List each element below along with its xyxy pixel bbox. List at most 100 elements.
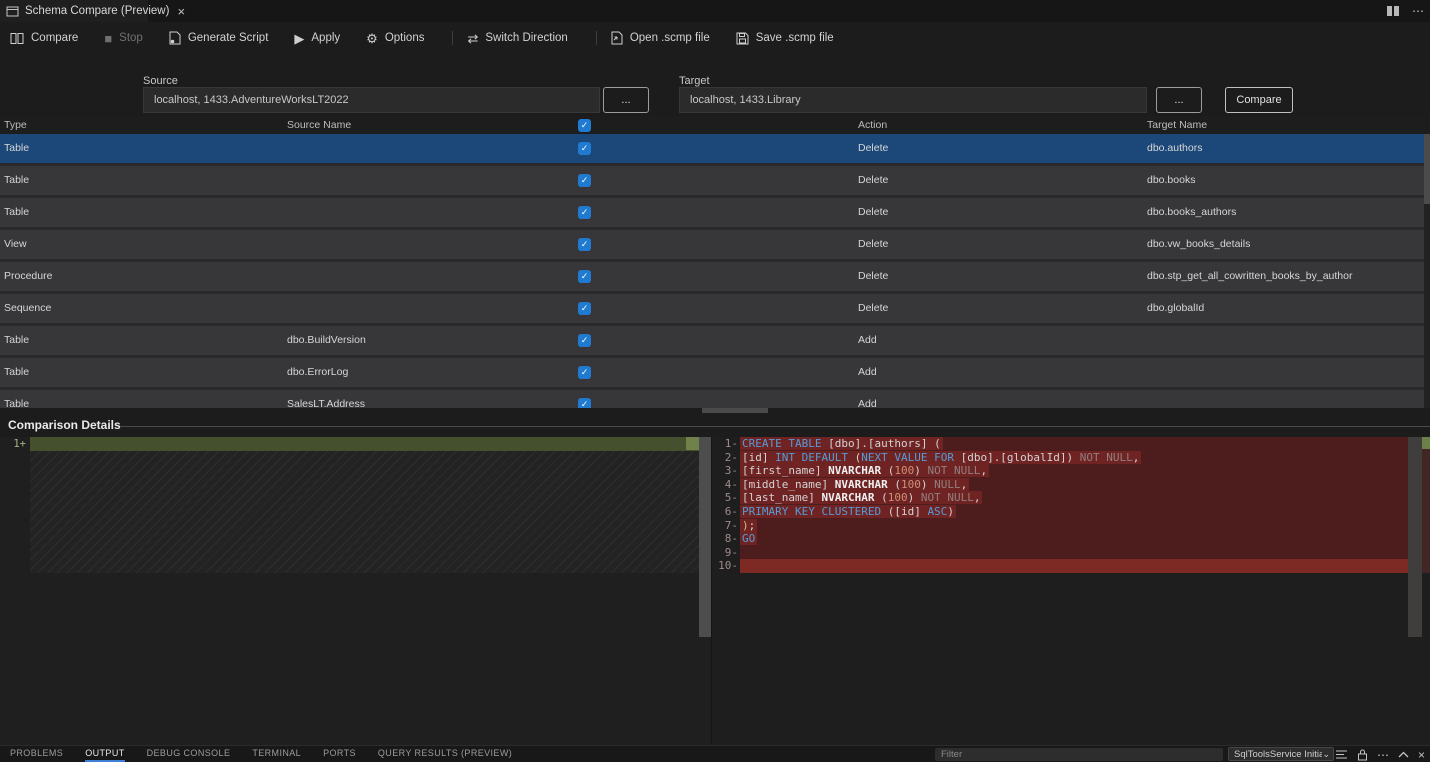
output-channel-dropdown[interactable]: SqlToolsService Initializ ⌄: [1228, 747, 1334, 761]
panel-tab-output[interactable]: OUTPUT: [85, 746, 124, 762]
row-include-checkbox[interactable]: ✓: [578, 366, 591, 379]
maximize-panel-icon[interactable]: [1398, 751, 1409, 758]
tab-close-icon[interactable]: ×: [177, 5, 185, 18]
cell-type: Table: [4, 326, 29, 354]
diff-line-number: 6-: [712, 505, 740, 519]
diff-removed-line: 7-);: [712, 519, 1430, 533]
diff-left-pane[interactable]: 1+: [0, 437, 711, 745]
open-scmp-button[interactable]: Open .scmp file: [611, 31, 710, 45]
cell-source-name: dbo.BuildVersion: [287, 326, 366, 354]
table-row[interactable]: Table✓Deletedbo.books_authors: [0, 198, 1430, 230]
row-include-checkbox[interactable]: ✓: [578, 398, 591, 408]
row-include-checkbox[interactable]: ✓: [578, 206, 591, 219]
source-input[interactable]: [143, 87, 600, 113]
diff-line-number: 5-: [712, 491, 740, 505]
panel-tab-debug-console[interactable]: DEBUG CONSOLE: [147, 746, 231, 762]
lock-scroll-icon[interactable]: [1357, 749, 1368, 761]
diff-line-number: 7-: [712, 519, 740, 533]
cell-target-name: dbo.globalId: [1147, 294, 1204, 322]
panel-tab-terminal[interactable]: TERMINAL: [252, 746, 301, 762]
diff-line-number: 9-: [712, 546, 740, 560]
diff-left-scrollbar[interactable]: [699, 437, 711, 637]
open-file-icon: [611, 31, 623, 45]
table-row[interactable]: Table✓Deletedbo.books: [0, 166, 1430, 198]
source-label: Source: [143, 75, 178, 87]
header-source-name[interactable]: Source Name: [287, 116, 351, 134]
overview-removed-marker: [1422, 449, 1430, 573]
editor-more-actions-icon[interactable]: ⋯: [1412, 5, 1424, 17]
diff-line-content: PRIMARY KEY CLUSTERED ([id] ASC): [740, 505, 1408, 519]
stop-button[interactable]: ■ Stop: [104, 32, 143, 45]
select-all-checkbox[interactable]: ✓: [578, 119, 591, 132]
cell-type: Table: [4, 198, 29, 226]
compare-icon: [10, 32, 24, 45]
diff-overview-ruler: [1422, 437, 1430, 745]
table-row[interactable]: Tabledbo.ErrorLog✓Add: [0, 358, 1430, 390]
options-button[interactable]: ⚙ Options: [366, 32, 424, 45]
compare-toolbar-button[interactable]: Compare: [10, 32, 78, 45]
panel-tabs: PROBLEMS OUTPUT DEBUG CONSOLE TERMINAL PORTS…: [10, 746, 512, 762]
apply-icon: ▶: [294, 32, 304, 45]
cell-action: Delete: [858, 198, 888, 226]
tab-schema-compare[interactable]: Schema Compare (Preview) ×: [0, 0, 148, 22]
row-include-checkbox[interactable]: ✓: [578, 270, 591, 283]
target-input[interactable]: [679, 87, 1147, 113]
row-include-checkbox[interactable]: ✓: [578, 302, 591, 315]
table-row[interactable]: TableSalesLT.Address✓Add: [0, 390, 1430, 408]
save-file-icon: [736, 32, 749, 45]
compare-run-button[interactable]: Compare: [1225, 87, 1293, 113]
diff-line-content: CREATE TABLE [dbo].[authors] (: [740, 437, 1408, 451]
diff-right-scrollbar[interactable]: [1408, 437, 1422, 637]
schema-compare-toolbar: Compare ■ Stop Generate Script ▶ Apply ⚙…: [0, 22, 1430, 54]
diff-line-number: 8-: [712, 532, 740, 546]
diff-line-content: [first_name] NVARCHAR (100) NOT NULL,: [740, 464, 1408, 478]
table-row[interactable]: Procedure✓Deletedbo.stp_get_all_cowritte…: [0, 262, 1430, 294]
row-include-checkbox[interactable]: ✓: [578, 142, 591, 155]
row-include-checkbox[interactable]: ✓: [578, 238, 591, 251]
panel-tab-ports[interactable]: PORTS: [323, 746, 356, 762]
panel-more-actions-icon[interactable]: ⋯: [1377, 749, 1389, 761]
panel-bar: PROBLEMS OUTPUT DEBUG CONSOLE TERMINAL PORTS…: [0, 745, 1430, 762]
cell-source-name: SalesLT.Address: [287, 390, 365, 408]
switch-direction-button[interactable]: ⇄ Switch Direction: [467, 32, 567, 45]
diff-line-content: [id] INT DEFAULT (NEXT VALUE FOR [dbo].[…: [740, 451, 1408, 465]
panel-tab-query-results-preview[interactable]: QUERY RESULTS (PREVIEW): [378, 746, 512, 762]
apply-button[interactable]: ▶ Apply: [294, 32, 340, 45]
table-row[interactable]: View✓Deletedbo.vw_books_details: [0, 230, 1430, 262]
diff-line-number: 4-: [712, 478, 740, 492]
stop-icon: ■: [104, 32, 112, 45]
comparison-details-rule: [120, 426, 1430, 427]
row-include-checkbox[interactable]: ✓: [578, 334, 591, 347]
header-action[interactable]: Action: [858, 116, 887, 134]
diff-removed-line: 10-: [712, 559, 1430, 573]
diff-right-lines: 1-CREATE TABLE [dbo].[authors] (2-[id] I…: [712, 437, 1430, 573]
switch-direction-icon: ⇄: [467, 32, 478, 45]
table-row[interactable]: Table✓Deletedbo.authors: [0, 134, 1430, 166]
diff-line-content: [last_name] NVARCHAR (100) NOT NULL,: [740, 491, 1408, 505]
diff-removed-line: 1-CREATE TABLE [dbo].[authors] (: [712, 437, 1430, 451]
target-browse-button[interactable]: ...: [1156, 87, 1202, 113]
source-browse-button[interactable]: ...: [603, 87, 649, 113]
tab-title: Schema Compare (Preview): [25, 5, 169, 17]
split-editor-icon[interactable]: [1386, 5, 1400, 17]
grid-horizontal-scrollbar[interactable]: [0, 408, 1430, 413]
grid-vertical-scrollbar[interactable]: [1424, 134, 1430, 408]
chevron-down-icon: ⌄: [1322, 749, 1330, 760]
table-row[interactable]: Sequence✓Deletedbo.globalId: [0, 294, 1430, 326]
diff-removed-line: 6-PRIMARY KEY CLUSTERED ([id] ASC): [712, 505, 1430, 519]
clear-output-icon[interactable]: [1335, 749, 1348, 760]
row-include-checkbox[interactable]: ✓: [578, 174, 591, 187]
generate-script-button[interactable]: Generate Script: [169, 31, 269, 45]
header-type[interactable]: Type: [4, 116, 27, 134]
cell-source-name: dbo.ErrorLog: [287, 358, 348, 386]
diff-right-pane[interactable]: 1-CREATE TABLE [dbo].[authors] (2-[id] I…: [712, 437, 1430, 745]
header-target-name[interactable]: Target Name: [1147, 116, 1207, 134]
close-panel-icon[interactable]: ×: [1418, 749, 1425, 761]
output-filter-input[interactable]: [935, 748, 1223, 761]
cell-target-name: dbo.vw_books_details: [1147, 230, 1250, 258]
save-scmp-button[interactable]: Save .scmp file: [736, 32, 834, 45]
table-row[interactable]: Tabledbo.BuildVersion✓Add: [0, 326, 1430, 358]
diff-line-number: 3-: [712, 464, 740, 478]
cell-target-name: dbo.books: [1147, 166, 1195, 194]
panel-tab-problems[interactable]: PROBLEMS: [10, 746, 63, 762]
